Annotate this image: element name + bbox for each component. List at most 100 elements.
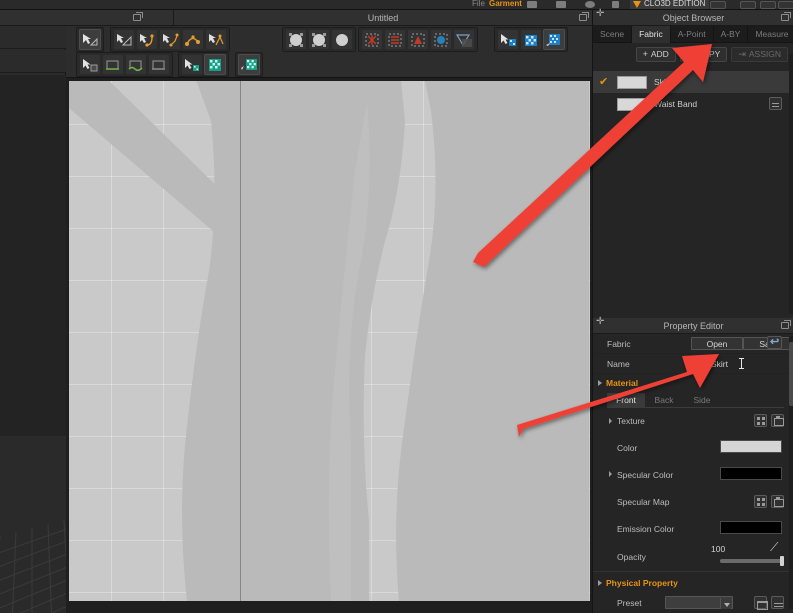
row-check-icon[interactable]: ✔ <box>599 76 610 88</box>
chevron-right-icon[interactable] <box>609 418 612 424</box>
polygon-tool[interactable] <box>136 29 158 50</box>
open-button[interactable]: Open <box>691 337 743 350</box>
os-window-minimize[interactable] <box>740 1 756 9</box>
rectangle-tool[interactable] <box>159 29 181 50</box>
scrollbar-thumb[interactable] <box>789 342 793 406</box>
property-editor-header: Property Editor <box>593 316 793 334</box>
opacity-curve-icon[interactable] <box>770 540 782 556</box>
edit-pattern-tool[interactable] <box>79 29 101 50</box>
add-button[interactable]: + ADD <box>635 46 676 62</box>
float-panel-icon-doc[interactable] <box>579 12 589 21</box>
select-mesh-tool[interactable] <box>497 29 519 50</box>
tab-a-by[interactable]: A-BY <box>714 26 749 43</box>
fabric-detail-icon[interactable] <box>769 97 782 110</box>
table-row[interactable]: ✔ Skirt <box>593 71 793 93</box>
float-panel-icon-pe[interactable] <box>781 320 791 329</box>
tab-scene[interactable]: Scene <box>593 26 633 43</box>
texture-load-button[interactable] <box>771 414 784 427</box>
preset-dropdown[interactable] <box>665 596 733 609</box>
emission-color-swatch[interactable] <box>720 521 782 534</box>
circle-tool[interactable] <box>182 29 204 50</box>
3d-viewport-sliver[interactable] <box>0 436 66 613</box>
os-menu-bar: File Garment CLO3D EDITION <box>0 0 793 10</box>
texture-grid-button[interactable] <box>754 414 767 427</box>
clock-icon[interactable] <box>612 1 619 8</box>
fold-tool[interactable] <box>384 29 406 50</box>
reset-material-button[interactable] <box>767 335 782 349</box>
os-menu-garment[interactable]: Garment <box>489 0 522 9</box>
opacity-value[interactable]: 100 <box>711 544 725 554</box>
os-window-maximize[interactable] <box>760 1 776 9</box>
tab-side[interactable]: Side <box>683 393 721 407</box>
physical-property-section-header[interactable]: Physical Property <box>593 574 793 591</box>
copy-button[interactable]: ⧉ COPY <box>679 46 728 62</box>
pattern-canvas-area[interactable] <box>66 78 592 613</box>
os-window-button-a[interactable] <box>710 1 726 9</box>
material-side-tabs: Front Back Side <box>593 391 793 407</box>
table-row[interactable]: Waist Band <box>593 93 793 115</box>
select-fabric-tool[interactable] <box>181 54 203 75</box>
float-panel-icon-ob[interactable] <box>781 12 791 21</box>
pin-icon[interactable] <box>596 316 605 329</box>
chevron-right-icon <box>598 379 602 386</box>
trace-tool[interactable] <box>331 29 353 50</box>
property-editor-scrollbar[interactable] <box>789 336 793 609</box>
preset-save-button[interactable] <box>771 596 784 609</box>
specular-map-grid-button[interactable] <box>754 495 767 508</box>
specular-color-swatch[interactable] <box>720 467 782 480</box>
specular-map-load-button[interactable] <box>771 495 784 508</box>
chevron-down-icon[interactable] <box>720 598 731 609</box>
emission-color-label: Emission Color <box>617 523 675 534</box>
transform-pattern-tool[interactable] <box>79 54 101 75</box>
internal-polygon-tool[interactable] <box>205 29 227 50</box>
specular-color-row: Specular Color <box>593 461 793 488</box>
fabric-label: Fabric <box>607 338 631 349</box>
fabric-row: Fabric Open Save <box>593 334 793 354</box>
os-app-chip[interactable]: CLO3D EDITION <box>630 0 710 9</box>
color-swatch[interactable] <box>720 440 782 453</box>
texture-tool[interactable] <box>520 29 542 50</box>
zipper-tool[interactable] <box>453 29 475 50</box>
tab-back[interactable]: Back <box>645 393 683 407</box>
chevron-right-icon[interactable] <box>609 471 612 477</box>
buttonhole-tool[interactable] <box>430 29 452 50</box>
tab-a-point[interactable]: A-Point <box>671 26 714 43</box>
tab-measure[interactable]: Measure <box>748 26 793 43</box>
dart-tool[interactable] <box>308 29 330 50</box>
pattern-grading-tool[interactable] <box>543 29 565 50</box>
battery-icon[interactable] <box>556 1 566 8</box>
wifi-icon[interactable] <box>585 1 595 8</box>
adjust-texture-tool[interactable] <box>204 54 226 75</box>
2d-pattern-canvas[interactable] <box>69 81 590 601</box>
opacity-slider-knob[interactable] <box>780 556 784 566</box>
pin-icon[interactable] <box>596 8 605 21</box>
left-panel-section-a <box>0 26 66 49</box>
property-editor-panel: Property Editor Fabric Open Save Name Sk… <box>593 316 793 613</box>
free-sewing-tool[interactable] <box>125 54 147 75</box>
toolbar-group-shape <box>282 27 356 52</box>
preset-load-button[interactable] <box>754 596 768 610</box>
volume-icon[interactable] <box>527 1 537 8</box>
segment-sewing-tool[interactable] <box>102 54 124 75</box>
print-layout-tool[interactable] <box>238 54 260 75</box>
os-window-close[interactable] <box>778 1 793 9</box>
opacity-slider[interactable] <box>720 556 784 566</box>
internal-line-tool[interactable] <box>285 29 307 50</box>
object-browser-scrollbar[interactable] <box>789 54 793 314</box>
tab-fabric[interactable]: Fabric <box>632 26 671 43</box>
os-menu-file[interactable]: File <box>472 0 485 9</box>
m-n-sewing-tool[interactable] <box>148 54 170 75</box>
assign-button[interactable]: ⇥ ASSIGN <box>731 46 788 62</box>
name-field[interactable]: Skirt <box>711 359 728 369</box>
button-tool[interactable] <box>407 29 429 50</box>
copy-button-label: COPY <box>696 49 721 59</box>
fabric-swatch[interactable] <box>617 97 647 111</box>
app-window: File Garment CLO3D EDITION Untitled ✛ Ob… <box>0 0 793 613</box>
float-panel-icon-left[interactable] <box>133 12 143 21</box>
material-section-header[interactable]: Material <box>593 335 793 391</box>
edit-curve-point-tool[interactable] <box>113 29 135 50</box>
tab-front[interactable]: Front <box>607 393 645 407</box>
document-titlebar: Untitled <box>174 10 592 26</box>
fabric-swatch[interactable] <box>617 75 647 89</box>
pleat-tool[interactable] <box>361 29 383 50</box>
